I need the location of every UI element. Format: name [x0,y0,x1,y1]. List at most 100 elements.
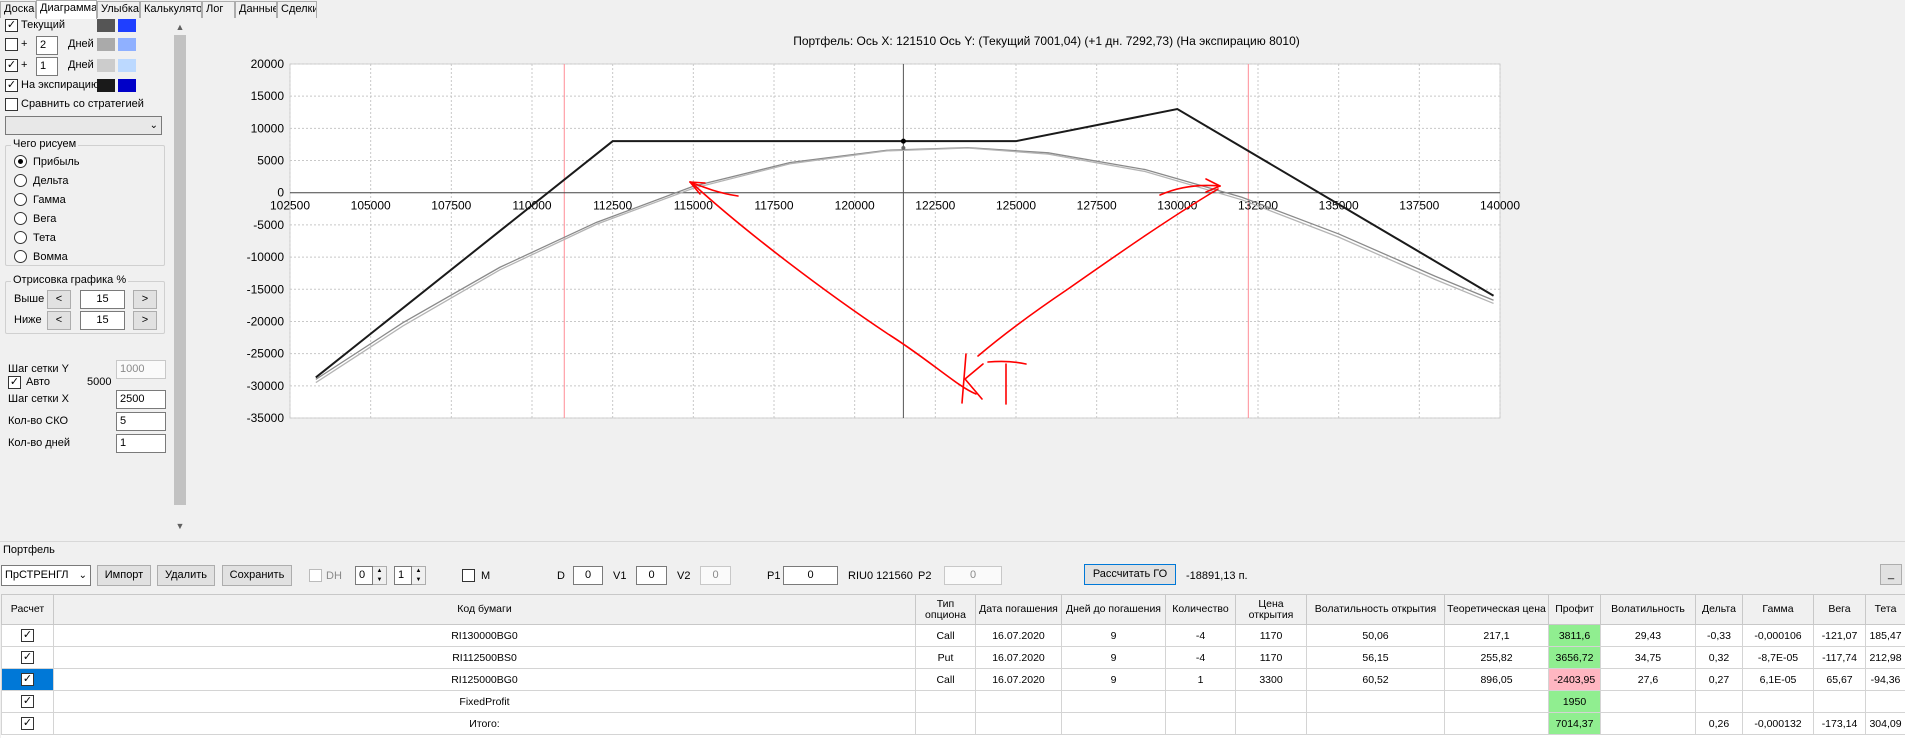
strategy-compare-dropdown[interactable]: ⌄ [5,116,162,135]
radio-theta[interactable] [14,231,27,244]
radio-vomma[interactable] [14,250,27,263]
calc-checkbox[interactable]: ✓ [21,651,34,664]
minimize-panel-button[interactable]: _ [1880,564,1902,585]
plus-days-1-input[interactable]: 2 [36,36,58,55]
plus-days-2-input[interactable]: 1 [36,57,58,76]
table-row[interactable]: ✓ RI125000BG0 Call 16.07.2020 9 1 3300 60,52 896… [1,668,1905,691]
current-checkbox[interactable]: ✓ [5,19,18,32]
plus-days-1-color-swatch[interactable] [97,38,115,51]
calc-cell[interactable]: ✓ [1,690,54,713]
calc-cell[interactable]: ✓ [1,624,54,647]
payoff-chart[interactable]: 102500 105000 107500 110000 112500 115000 1175… [188,19,1905,534]
p2-input[interactable]: 0 [944,566,1002,585]
expiry-color-swatch[interactable] [97,79,115,92]
col-delta[interactable]: Дельта [1695,594,1743,625]
x-tick-label: 137500 [1399,199,1439,213]
dh-value-2-input[interactable]: 1 [394,566,412,585]
calc-checkbox[interactable]: ✓ [21,717,34,730]
sko-input[interactable]: 5 [116,412,166,431]
above-increase-button[interactable]: > [133,290,157,309]
tab-smile[interactable]: Улыбка [97,1,140,18]
col-gamma[interactable]: Гамма [1742,594,1814,625]
settings-scrollbar[interactable]: ▲ ▼ [172,19,188,534]
col-date[interactable]: Дата погашения [975,594,1062,625]
dh-checkbox[interactable] [309,569,322,582]
dh-value-2-spinner[interactable]: ▲ ▼ [412,566,426,585]
radio-profit[interactable] [14,155,27,168]
col-type[interactable]: Тип опциона [915,594,976,625]
p1-input[interactable]: 0 [783,566,838,585]
expiry-alt-color-swatch[interactable] [118,79,136,92]
col-theo[interactable]: Теоретическая цена [1444,594,1549,625]
calc-checkbox[interactable]: ✓ [21,673,34,686]
tab-calculator[interactable]: Калькулятор [140,1,202,18]
x-tick-label: 117500 [754,199,793,213]
below-decrease-button[interactable]: < [47,311,71,330]
below-value-input[interactable]: 15 [80,311,125,330]
col-qty[interactable]: Количество [1165,594,1236,625]
table-header-row: Расчет Код бумаги Тип опциона Дата погаш… [1,594,1905,625]
v1-input[interactable]: 0 [636,566,667,585]
tab-diagram[interactable]: Диаграмма [36,0,97,19]
scroll-up-icon[interactable]: ▲ [172,19,188,35]
d-input[interactable]: 0 [573,566,603,585]
plus-days-1-alt-color-swatch[interactable] [118,38,136,51]
calc-checkbox[interactable]: ✓ [21,629,34,642]
strategy-select[interactable]: ПрСТРЕНГЛ ⌄ [1,565,91,586]
current-alt-color-swatch[interactable] [118,19,136,32]
table-row[interactable]: ✓ RI130000BG0 Call 16.07.2020 9 -4 1170 50,06 21… [1,624,1905,647]
col-vol[interactable]: Волатильность [1600,594,1696,625]
scroll-thumb[interactable] [174,35,186,505]
auto-grid-checkbox[interactable]: ✓ [8,376,21,389]
col-code[interactable]: Код бумаги [53,594,916,625]
grid-x-input[interactable]: 2500 [116,390,166,409]
expiry-checkbox[interactable]: ✓ [5,79,18,92]
below-increase-button[interactable]: > [133,311,157,330]
table-row[interactable]: ✓ RI112500BS0 Put 16.07.2020 9 -4 1170 56,15 255… [1,646,1905,669]
col-profit[interactable]: Профит [1548,594,1601,625]
cell-profit: 1950 [1548,690,1601,713]
scroll-down-icon[interactable]: ▼ [172,518,188,534]
above-value-input[interactable]: 15 [80,290,125,309]
col-days[interactable]: Дней до погашения [1061,594,1166,625]
table-row[interactable]: ✓FixedProfit1950X [1,690,1905,713]
calc-checkbox[interactable]: ✓ [21,695,34,708]
calc-cell[interactable]: ✓ [1,668,54,691]
col-price[interactable]: Цена открытия [1235,594,1307,625]
x-tick-label: 102500 [270,199,310,213]
current-color-swatch[interactable] [97,19,115,32]
grid-y-input[interactable]: 1000 [116,360,166,379]
compare-strategy-checkbox[interactable] [5,98,18,111]
days-count-input[interactable]: 1 [116,434,166,453]
v2-input[interactable]: 0 [700,566,731,585]
delete-button[interactable]: Удалить [157,565,215,586]
plus-days-1-checkbox[interactable] [5,38,18,51]
col-vol-open[interactable]: Волатильность открытия [1306,594,1445,625]
radio-delta[interactable] [14,174,27,187]
panel-splitter[interactable] [0,534,1905,542]
m-checkbox[interactable] [462,569,475,582]
dh-value-1-input[interactable]: 0 [355,566,373,585]
cell-profit: 3656,72 [1548,646,1601,669]
table-row[interactable]: ✓ Итого: 7014,37 0,26 -0,000132 -173,14 304,09… [1,712,1905,735]
radio-gamma[interactable] [14,193,27,206]
import-button[interactable]: Импорт [97,565,151,586]
calc-cell[interactable]: ✓ [1,646,54,669]
calc-cell[interactable]: ✓ [1,712,54,735]
tab-data[interactable]: Данные [235,1,277,18]
plus-days-2-alt-color-swatch[interactable] [118,59,136,72]
calculate-go-button[interactable]: Рассчитать ГО [1084,564,1176,585]
save-button[interactable]: Сохранить [222,565,292,586]
col-calc[interactable]: Расчет [1,594,54,625]
above-decrease-button[interactable]: < [47,290,71,309]
cell-vol: 34,75 [1600,646,1696,669]
col-theta[interactable]: Тета [1865,594,1905,625]
col-vega[interactable]: Вега [1813,594,1866,625]
dh-value-1-spinner[interactable]: ▲ ▼ [373,566,387,585]
radio-vega[interactable] [14,212,27,225]
tab-board[interactable]: Доска [0,1,36,18]
plus-days-2-color-swatch[interactable] [97,59,115,72]
tab-log[interactable]: Лог [202,1,235,18]
plus-days-2-checkbox[interactable]: ✓ [5,59,18,72]
tab-deals[interactable]: Сделки [277,1,317,18]
